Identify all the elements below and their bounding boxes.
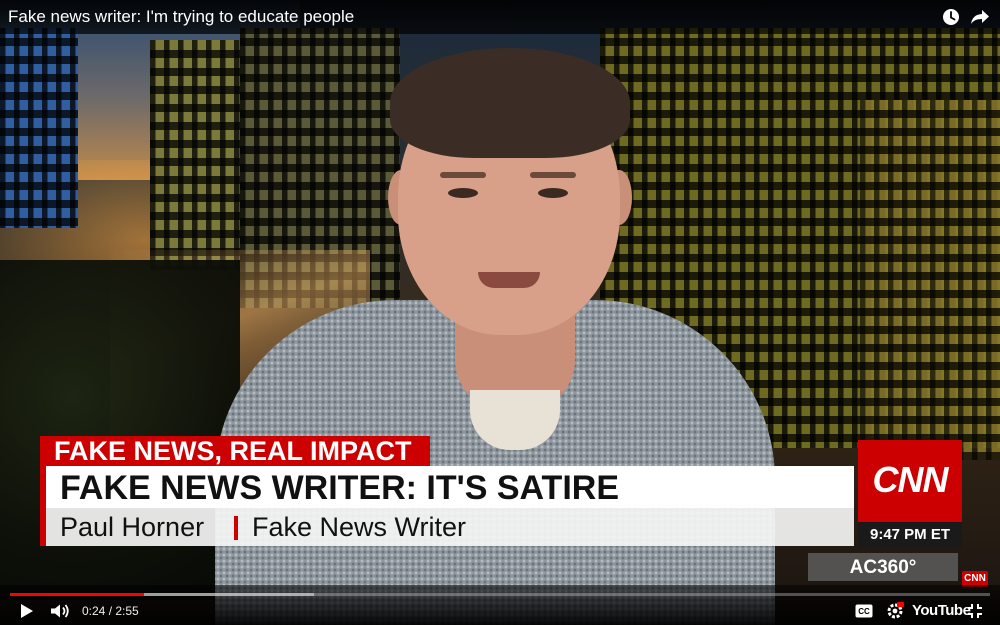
chyron-divider <box>234 516 238 540</box>
fullscreen-icon <box>968 604 982 618</box>
time-display: 0:24 / 2:55 <box>82 604 139 618</box>
chyron-headline-bar: FAKE NEWS WRITER: IT'S SATIRE <box>40 466 854 508</box>
youtube-logo[interactable]: YouTube <box>912 603 971 619</box>
cnn-logo: CNN <box>872 459 949 500</box>
svg-text:CC: CC <box>858 607 870 616</box>
share-icon[interactable] <box>970 7 990 27</box>
chyron-kicker: FAKE NEWS, REAL IMPACT <box>40 436 430 466</box>
video-title[interactable]: Fake news writer: I'm trying to educate … <box>8 8 354 26</box>
interviewee-eye <box>448 188 478 198</box>
guest-role: Fake News Writer <box>252 512 467 542</box>
interviewee-hair <box>390 48 630 158</box>
interviewee-mouth <box>478 272 540 288</box>
chyron-name-bar: Paul Horner Fake News Writer <box>40 508 854 546</box>
play-button[interactable] <box>16 601 38 621</box>
settings-icon <box>887 602 904 619</box>
show-name-bug: AC360° <box>808 553 958 581</box>
network-logo-box: CNN 9:47 PM ET <box>858 440 962 548</box>
interviewee-brow <box>530 172 576 178</box>
volume-icon <box>51 604 69 618</box>
volume-button[interactable] <box>48 601 72 621</box>
captions-button[interactable]: CC <box>852 601 876 621</box>
broadcast-time: 9:47 PM ET <box>869 526 951 543</box>
clock-icon[interactable] <box>941 7 961 27</box>
interviewee-brow <box>440 172 486 178</box>
fullscreen-button[interactable] <box>964 601 986 621</box>
player-controls: 0:24 / 2:55 CC YouTube <box>0 585 1000 625</box>
progress-bar[interactable] <box>10 593 990 596</box>
guest-name: Paul Horner <box>60 512 205 542</box>
news-chyron: FAKE NEWS, REAL IMPACT FAKE NEWS WRITER:… <box>40 436 870 548</box>
play-icon <box>21 604 33 618</box>
settings-button[interactable] <box>883 601 907 621</box>
video-player[interactable]: Fake news writer: I'm trying to educate … <box>0 0 1000 625</box>
chyron-headline: FAKE NEWS WRITER: IT'S SATIRE <box>60 469 620 507</box>
progress-played <box>10 593 145 596</box>
title-bar: Fake news writer: I'm trying to educate … <box>0 0 1000 34</box>
cnn-corner-logo-text: CNN <box>964 573 986 584</box>
interviewee-eye <box>538 188 568 198</box>
show-name: AC360° <box>849 557 917 578</box>
clock-bar: 9:47 PM ET <box>858 522 962 548</box>
cc-icon: CC <box>855 604 873 618</box>
